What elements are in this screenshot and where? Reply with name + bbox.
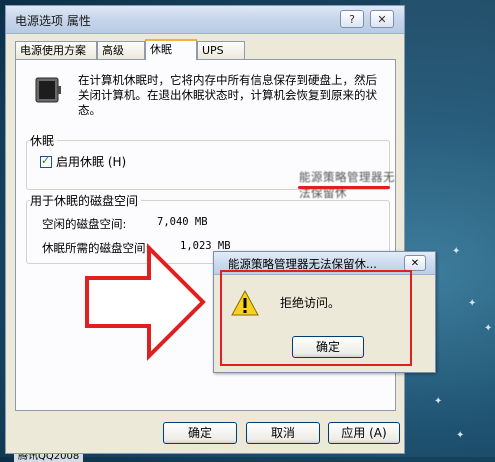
tab-ups[interactable]: UPS bbox=[197, 41, 245, 59]
power-device-icon bbox=[35, 77, 61, 103]
hibernate-description: 在计算机休眠时，它将内存中所有信息保存到硬盘上，然后关闭计算机。在退出休眠状态时… bbox=[78, 73, 377, 117]
apply-button[interactable]: 应用 (A) bbox=[328, 422, 400, 444]
window-title: 电源选项 属性 bbox=[15, 14, 91, 28]
star-icon: ✦ bbox=[468, 298, 477, 309]
dialog-close-button[interactable]: ✕ bbox=[404, 255, 426, 271]
star-icon: ✦ bbox=[452, 246, 461, 257]
blurred-message-text: 能源策略管理器无法保留休 bbox=[299, 170, 395, 200]
dialog-title: 能源策略管理器无法保留休... bbox=[228, 257, 377, 271]
dialog-message: 拒绝访问。 bbox=[280, 296, 341, 310]
cancel-button[interactable]: 取消 bbox=[246, 422, 320, 444]
star-icon: ✦ bbox=[434, 396, 443, 407]
ok-button[interactable]: 确定 bbox=[163, 422, 237, 444]
red-arrow-icon bbox=[85, 243, 206, 361]
free-space-row: 空闲的磁盘空间: 7,040 MB bbox=[42, 216, 208, 232]
warning-icon bbox=[231, 290, 259, 316]
tab-advanced[interactable]: 高级 bbox=[97, 41, 145, 59]
help-button[interactable]: ? bbox=[340, 10, 364, 28]
dialog-ok-button[interactable]: 确定 bbox=[292, 336, 364, 358]
star-icon: ✦ bbox=[484, 323, 493, 334]
desktop-background bbox=[400, 0, 495, 457]
enable-hibernate-row[interactable]: 启用休眠 (H) bbox=[40, 153, 126, 170]
disk-space-group-title: 用于休眠的磁盘空间 bbox=[30, 192, 142, 209]
red-underline-mark bbox=[298, 186, 390, 189]
enable-hibernate-checkbox[interactable] bbox=[40, 154, 52, 168]
enable-hibernate-label: 启用休眠 (H) bbox=[56, 155, 127, 169]
star-icon: ✦ bbox=[456, 430, 465, 441]
tab-hibernate[interactable]: 休眠 bbox=[145, 39, 197, 60]
close-button[interactable]: ✕ bbox=[370, 10, 394, 28]
free-space-label: 空闲的磁盘空间: bbox=[42, 217, 127, 231]
free-space-value: 7,040 MB bbox=[157, 216, 208, 228]
access-denied-dialog: 能源策略管理器无法保留休... ✕ 拒绝访问。 确定 bbox=[213, 251, 436, 373]
power-options-window: 电源选项 属性 ? ✕ 电源使用方案 高级 休眠 UPS 在计算机休眠时，它将内… bbox=[5, 5, 405, 454]
tab-power-schemes[interactable]: 电源使用方案 bbox=[15, 41, 97, 59]
title-bar[interactable]: 电源选项 属性 ? ✕ bbox=[6, 6, 404, 34]
dialog-title-bar[interactable]: 能源策略管理器无法保留休... ✕ bbox=[214, 252, 435, 275]
hibernate-group-title: 休眠 bbox=[30, 132, 58, 149]
